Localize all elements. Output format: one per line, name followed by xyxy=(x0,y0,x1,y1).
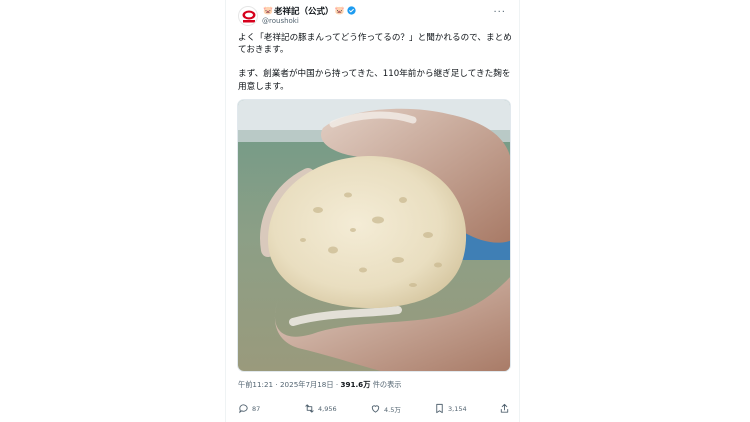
repost-button[interactable]: 4,956 xyxy=(304,403,337,414)
views-count: 391.6万 xyxy=(340,380,371,389)
tweet-text: よく「老祥記の豚まんってどう作ってるの？」と聞かれるので、まとめておきます。 ま… xyxy=(238,32,513,93)
pig-emoji-left: 🐷 xyxy=(263,6,273,15)
like-button[interactable]: 4.5万 xyxy=(370,403,401,414)
share-button[interactable] xyxy=(499,403,513,414)
verified-badge-icon xyxy=(347,6,357,15)
like-icon xyxy=(371,405,380,413)
dough-in-hands-photo xyxy=(238,100,510,371)
bookmark-button[interactable]: 3,154 xyxy=(434,403,467,414)
tweet-time[interactable]: 午前11:21 xyxy=(238,380,273,389)
views-label: 件の表示 xyxy=(372,380,402,389)
repost-icon xyxy=(305,404,314,413)
tweet-date[interactable]: 2025年7月18日 xyxy=(280,380,334,389)
reply-icon xyxy=(239,404,248,414)
meta-separator-2: · xyxy=(335,380,339,389)
bookmark-icon xyxy=(436,403,443,414)
like-count: 4.5万 xyxy=(384,405,401,414)
share-icon xyxy=(500,403,509,413)
avatar[interactable] xyxy=(238,6,258,26)
tweet-header: 🐷 老祥記（公式） 🐷 @roushoki ··· xyxy=(238,5,508,27)
repost-count: 4,956 xyxy=(318,404,337,413)
user-handle[interactable]: @roushoki xyxy=(262,17,356,25)
tweet-text-paragraph-2: まず、創業者が中国から持ってきた、110年前から継ぎ足してきた麹を用意します。 xyxy=(238,69,511,92)
pig-emoji-right: 🐷 xyxy=(334,6,345,15)
tweet-meta: 午前11:21 · 2025年7月18日 · 391.6万 件の表示 xyxy=(238,380,401,390)
display-name[interactable]: 老祥記（公式） xyxy=(274,5,334,17)
tweet-photo[interactable] xyxy=(237,99,511,372)
reply-count: 87 xyxy=(252,404,261,413)
more-icon[interactable]: ··· xyxy=(493,7,506,18)
bookmark-count: 3,154 xyxy=(448,404,467,413)
meta-separator: · xyxy=(275,380,278,389)
reply-button[interactable]: 87 xyxy=(238,403,260,414)
action-bar: 87 4,956 4.5万 3,154 xyxy=(238,403,513,417)
tweet-text-paragraph-1: よく「老祥記の豚まんってどう作ってるの？」と聞かれるので、まとめておきます。 xyxy=(238,33,512,56)
